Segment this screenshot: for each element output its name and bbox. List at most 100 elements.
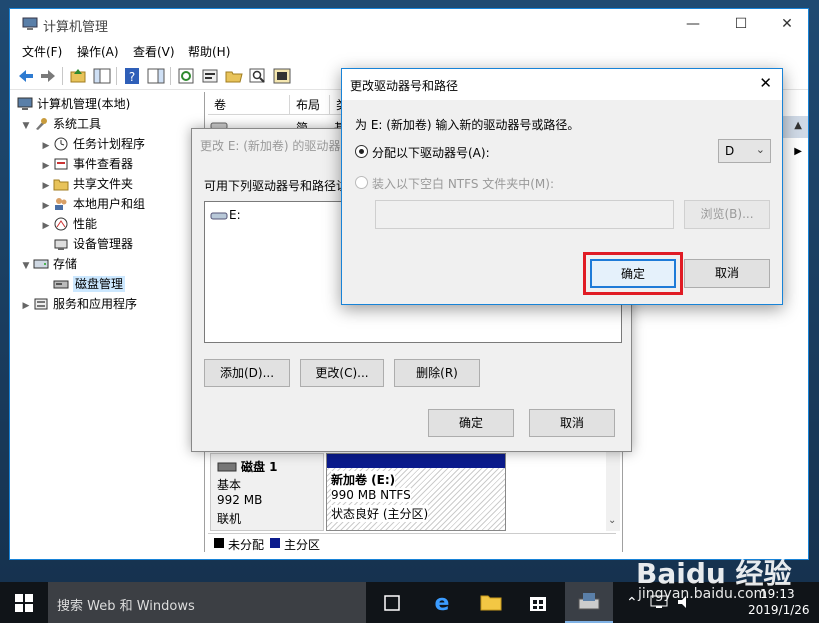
watermark-url: jingyan.baidu.com (638, 586, 768, 602)
maximize-button[interactable]: ☐ (718, 9, 764, 39)
menu-file[interactable]: 文件(F) (22, 43, 62, 60)
computer-management-app-icon (578, 593, 600, 610)
svg-text:?: ? (129, 70, 135, 84)
search-icon[interactable] (248, 66, 268, 86)
up-folder-icon[interactable] (68, 66, 88, 86)
chevron-right-icon[interactable]: ▶ (39, 216, 53, 236)
drive-letter-value: D (725, 144, 735, 158)
navigation-tree: 计算机管理(本地) ▼ 系统工具 ▶ 任务计划程序 ▶ 事件查看器 ▶ 共享文件夹 ▶ 本… (11, 92, 205, 552)
disk-name: 磁盘 1 (241, 460, 278, 474)
disk-info-block[interactable]: 磁盘 1 基本 992 MB 联机 (210, 453, 324, 531)
tree-item-event-viewer[interactable]: ▶ 事件查看器 (39, 154, 133, 174)
column-volume[interactable]: 卷 (208, 95, 290, 115)
show-hide-tree-icon[interactable] (92, 66, 112, 86)
add-button[interactable]: 添加(D)... (204, 359, 290, 387)
dialog-title: 更改驱动器号和路径 (350, 79, 459, 93)
scroll-down-icon[interactable]: ⌄ (608, 515, 616, 526)
tray-expand-icon[interactable]: ⌃ (626, 595, 638, 611)
collapse-up-icon[interactable]: ▲ (794, 120, 802, 131)
legend-unallocated: 未分配 (228, 538, 265, 552)
drive-letter-select[interactable]: D ⌄ (718, 139, 771, 163)
cancel-button[interactable]: 取消 (684, 259, 770, 288)
back-arrow-icon[interactable] (16, 66, 36, 86)
properties-icon[interactable] (200, 66, 220, 86)
chevron-down-icon: ⌄ (755, 143, 765, 156)
file-explorer-icon[interactable] (479, 591, 503, 613)
event-viewer-icon (54, 158, 68, 170)
menu-action[interactable]: 操作(A) (77, 43, 119, 60)
refresh-icon[interactable] (176, 66, 196, 86)
menu-help[interactable]: 帮助(H) (188, 43, 230, 60)
device-manager-icon (54, 239, 68, 250)
drive-item[interactable]: E: (229, 208, 241, 222)
settings-icon[interactable] (272, 66, 292, 86)
minimize-button[interactable]: — (670, 9, 716, 39)
dialog-close-icon[interactable]: ✕ (759, 74, 772, 92)
store-icon[interactable] (527, 591, 549, 613)
computer-management-icon (22, 17, 38, 30)
tree-item-performance[interactable]: ▶ 性能 (39, 214, 97, 234)
forward-arrow-icon[interactable] (38, 66, 58, 86)
services-icon (34, 298, 48, 310)
edge-browser-icon[interactable]: e (430, 590, 454, 614)
assign-letter-radio[interactable] (355, 145, 368, 158)
change-drive-letter-dialog: 更改驱动器号和路径 ✕ 为 E: (新加卷) 输入新的驱动器号或路径。 分配以下… (341, 68, 783, 305)
taskbar-search-box[interactable]: 搜索 Web 和 Windows (48, 582, 366, 623)
column-layout[interactable]: 布局 (290, 95, 330, 115)
volume-status: 状态良好 (主分区) (331, 505, 429, 522)
vertical-scrollbar[interactable]: ⌄ (606, 449, 620, 531)
assign-letter-label[interactable]: 分配以下驱动器号(A): (372, 144, 490, 161)
toolbar-separator (116, 67, 117, 85)
bg-dialog-description: 可用下列驱动器号和路径访 (204, 179, 349, 193)
chevron-down-icon[interactable]: ▼ (19, 116, 33, 136)
tree-item-root[interactable]: 计算机管理(本地) (17, 94, 130, 114)
computer-management-taskbar-button[interactable] (565, 582, 613, 623)
browse-button[interactable]: 浏览(B)... (684, 200, 770, 229)
chevron-down-icon[interactable]: ▼ (19, 256, 33, 276)
tree-item-storage[interactable]: ▼ 存储 (19, 254, 77, 274)
bg-ok-button[interactable]: 确定 (428, 409, 514, 437)
volume-name: 新加卷 (E:) (331, 471, 396, 488)
volume-block[interactable]: 新加卷 (E:) 990 MB NTFS 状态良好 (主分区) (326, 453, 506, 531)
ok-button[interactable]: 确定 (590, 259, 676, 288)
open-folder-icon[interactable] (224, 66, 244, 86)
task-view-icon[interactable] (382, 594, 402, 612)
tree-item-disk-management[interactable]: 磁盘管理 (53, 274, 126, 294)
drive-icon (210, 212, 228, 220)
dialog-title-bar[interactable]: 更改驱动器号和路径 ✕ (342, 69, 782, 100)
folder-path-input[interactable] (375, 200, 674, 229)
toolbar-separator (62, 67, 63, 85)
chevron-right-icon[interactable]: ▶ (39, 196, 53, 216)
tree-item-task-scheduler[interactable]: ▶ 任务计划程序 (39, 134, 145, 154)
tools-icon (36, 118, 47, 130)
remove-button[interactable]: 删除(R) (394, 359, 480, 387)
tree-item-device-manager[interactable]: 设备管理器 (53, 234, 133, 254)
window-title: 计算机管理 (43, 20, 109, 35)
help-icon[interactable]: ? (122, 66, 142, 86)
tree-item-system-tools[interactable]: ▼ 系统工具 (19, 114, 101, 134)
mount-folder-label[interactable]: 装入以下空白 NTFS 文件夹中(M): (372, 175, 554, 192)
users-icon (55, 198, 67, 210)
expand-right-icon[interactable]: ▶ (794, 146, 802, 157)
search-placeholder: 搜索 Web 和 Windows (57, 599, 195, 614)
windows-start-icon[interactable] (15, 594, 33, 612)
tree-item-shared-folders[interactable]: ▶ 共享文件夹 (39, 174, 133, 194)
toolbar-separator (170, 67, 171, 85)
menu-view[interactable]: 查看(V) (133, 43, 175, 60)
tree-item-local-users[interactable]: ▶ 本地用户和组 (39, 194, 145, 214)
chevron-right-icon[interactable]: ▶ (39, 176, 53, 196)
bg-cancel-button[interactable]: 取消 (529, 409, 615, 437)
disk-graphic-area: 磁盘 1 基本 992 MB 联机 新加卷 (E:) 990 MB NTFS 状… (208, 449, 616, 531)
title-bar[interactable]: 计算机管理 — ☐ ✕ (10, 9, 808, 39)
chevron-right-icon[interactable]: ▶ (19, 296, 33, 316)
clock-date[interactable]: 2019/1/26 (748, 603, 810, 617)
action-pane-icon[interactable] (146, 66, 166, 86)
chevron-right-icon[interactable]: ▶ (39, 156, 53, 176)
close-button[interactable]: ✕ (764, 9, 810, 39)
mount-folder-radio[interactable] (355, 176, 368, 189)
change-button[interactable]: 更改(C)... (300, 359, 384, 387)
tree-item-services-apps[interactable]: ▶ 服务和应用程序 (19, 294, 137, 314)
disk-management-icon (53, 280, 69, 289)
volume-size: 990 MB NTFS (331, 488, 411, 502)
chevron-right-icon[interactable]: ▶ (39, 136, 53, 156)
